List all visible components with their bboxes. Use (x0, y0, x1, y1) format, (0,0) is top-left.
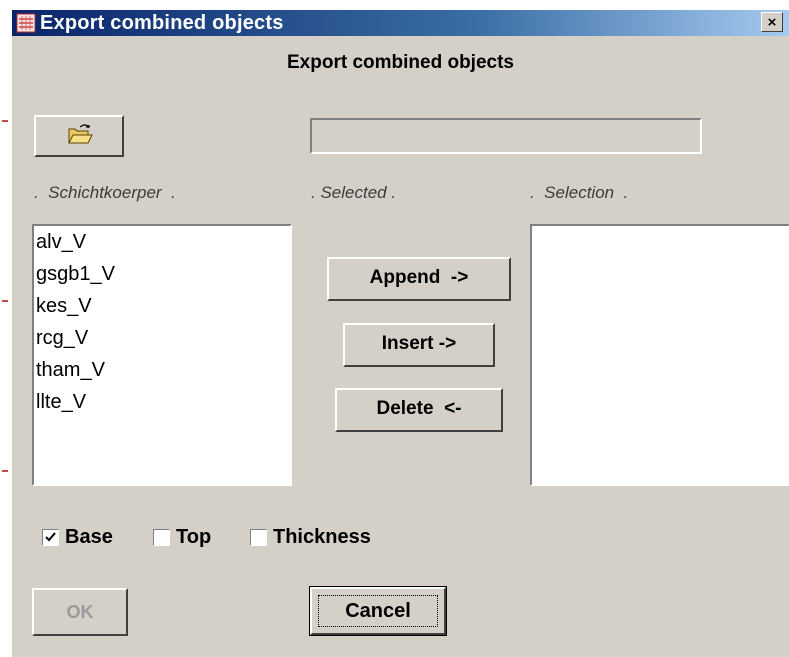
schichtkoerper-list[interactable]: alv_V gsgb1_V kes_V rcg_V tham_V llte_V (32, 224, 292, 486)
dialog-heading: Export combined objects (287, 52, 514, 73)
delete-button[interactable]: Delete <- (335, 388, 503, 432)
checkmark-icon (45, 531, 56, 541)
base-checkbox[interactable] (42, 528, 59, 546)
base-checkbox-row[interactable]: Base (42, 524, 113, 550)
cancel-button-label: Cancel (318, 595, 438, 627)
column-label-selection: . Selection . (530, 183, 629, 202)
window-title: Export combined objects (40, 11, 284, 34)
close-button[interactable]: × (761, 12, 783, 32)
app-icon (16, 13, 36, 33)
open-folder-button[interactable] (34, 115, 124, 157)
edge-mark (2, 300, 8, 302)
export-dialog: Export combined objects × Export combine… (12, 10, 789, 657)
insert-button[interactable]: Insert -> (343, 323, 495, 367)
list-item[interactable]: gsgb1_V (34, 258, 290, 290)
ok-button[interactable]: OK (32, 588, 128, 636)
column-label-selected: . Selected . (311, 183, 397, 202)
path-field[interactable] (310, 118, 702, 154)
list-item[interactable]: kes_V (34, 290, 290, 322)
cancel-button[interactable]: Cancel (309, 586, 447, 636)
top-checkbox-label: Top (176, 525, 212, 548)
append-button[interactable]: Append -> (327, 257, 511, 301)
column-label-schichtkoerper: . Schichtkoerper . (34, 183, 176, 202)
list-item[interactable]: tham_V (34, 354, 290, 386)
list-item[interactable]: alv_V (34, 226, 290, 258)
selection-list[interactable] (530, 224, 789, 486)
list-item[interactable]: rcg_V (34, 322, 290, 354)
top-checkbox[interactable] (153, 528, 170, 546)
thickness-checkbox[interactable] (250, 528, 267, 546)
edge-mark (2, 120, 8, 122)
title-bar[interactable]: Export combined objects × (12, 10, 789, 36)
base-checkbox-label: Base (65, 525, 113, 548)
thickness-checkbox-row[interactable]: Thickness (250, 524, 371, 550)
list-item[interactable]: llte_V (34, 386, 290, 418)
open-folder-icon (68, 124, 93, 144)
thickness-checkbox-label: Thickness (273, 525, 371, 548)
top-checkbox-row[interactable]: Top (153, 524, 211, 550)
edge-mark (2, 470, 8, 472)
background-window-edge (0, 0, 12, 657)
